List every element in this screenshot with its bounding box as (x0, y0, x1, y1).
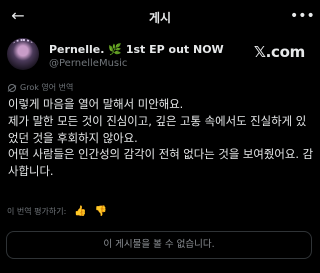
user-handle[interactable]: @PernelleMusic (49, 58, 127, 69)
top-bar: ← 게시 ••• (0, 0, 320, 34)
translation-label: Grok 영어 번역 (8, 82, 73, 93)
avatar[interactable] (7, 38, 39, 70)
thumbs-up-icon[interactable]: 👍 (74, 206, 86, 217)
translation-rating: 이 번역 평가하기: 👍 👎 (7, 206, 107, 217)
post-paragraph: 제가 말한 모든 것이 진심이고, 깊은 고통 속에서도 진실하게 있었던 것을… (8, 113, 307, 145)
display-name-text: Pernelle. (49, 43, 105, 56)
translation-label-text: Grok 영어 번역 (20, 83, 74, 92)
title-suffix: 1st EP out NOW (125, 43, 224, 56)
unavailable-notice: 이 게시물을 볼 수 없습니다. (6, 231, 312, 259)
avatar-halo (13, 39, 33, 50)
display-name[interactable]: Pernelle. 🌿 1st EP out NOW (49, 43, 224, 56)
post-paragraph: 이렇게 마음을 열어 말해서 미안해요. (8, 97, 184, 111)
post-body: 이렇게 마음을 열어 말해서 미안해요. 제가 말한 모든 것이 진심이고, 깊… (8, 96, 314, 180)
post-paragraph: 어떤 사람들은 인간성의 감각이 전혀 없다는 것을 보여줬어요. 감사합니다. (8, 147, 314, 179)
page-title: 게시 (148, 11, 172, 25)
leaf-emoji-icon: 🌿 (108, 43, 122, 56)
source-label: 𝕏.com (253, 43, 305, 61)
rating-label: 이 번역 평가하기: (7, 207, 67, 216)
grok-icon (8, 83, 16, 92)
thumbs-down-icon[interactable]: 👎 (95, 206, 107, 217)
more-icon[interactable]: ••• (290, 6, 315, 26)
